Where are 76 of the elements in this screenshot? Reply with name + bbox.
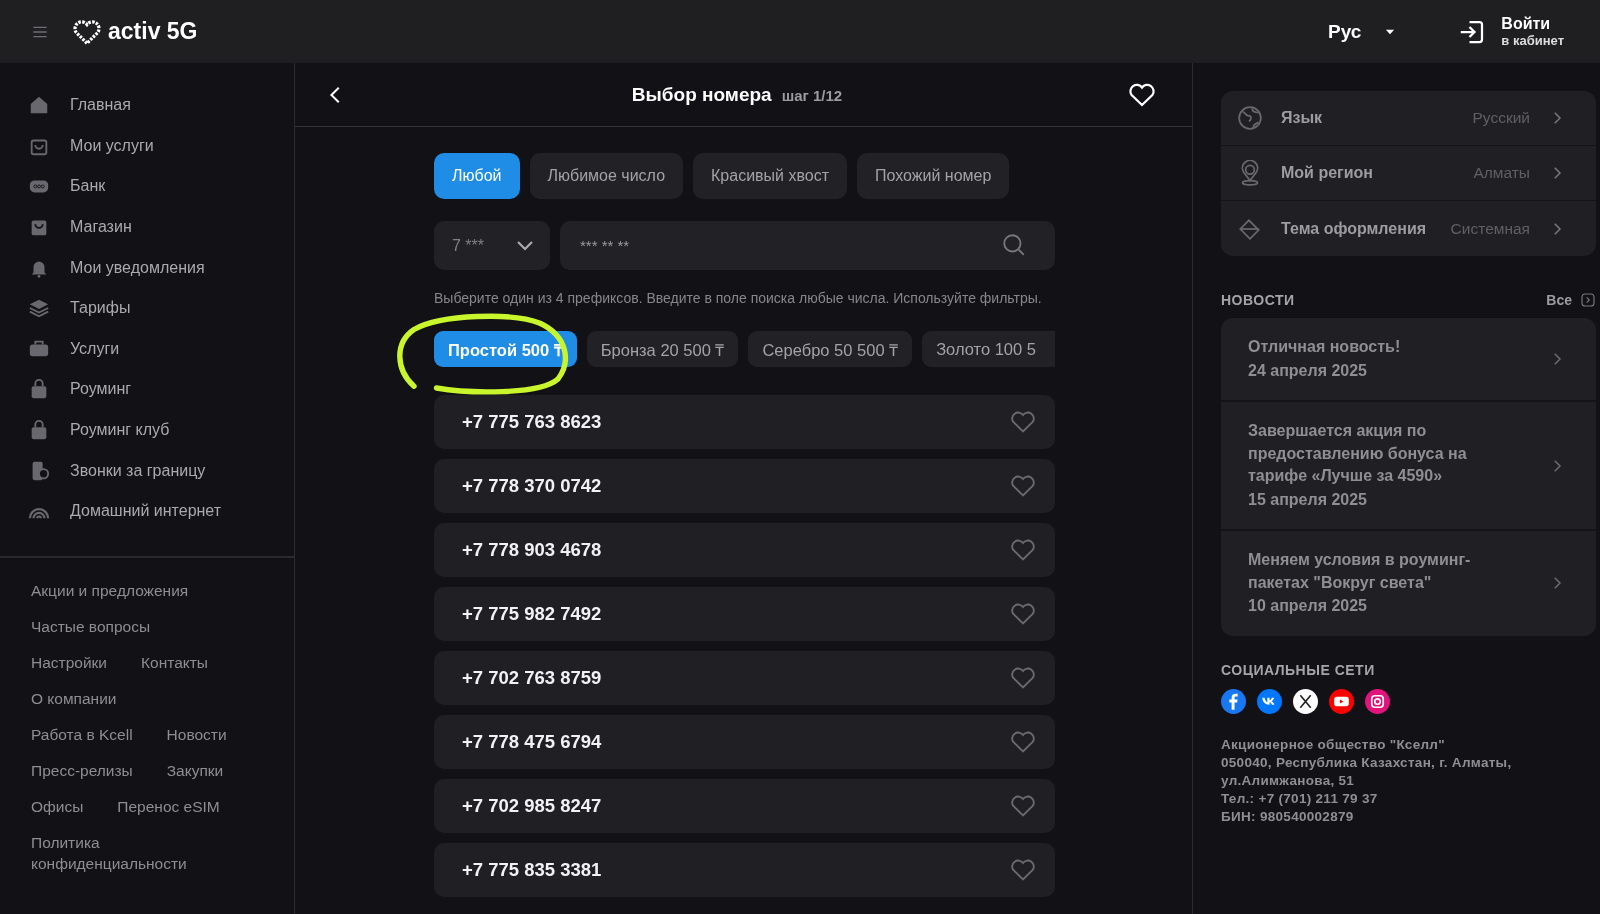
- phone-number-row[interactable]: +7 778 903 4678: [434, 523, 1055, 577]
- settings-row[interactable]: Язык Русский: [1221, 91, 1596, 146]
- globe-icon: [1237, 105, 1263, 131]
- footer-link[interactable]: Перенос eSIM: [117, 795, 220, 817]
- footer-link[interactable]: Контакты: [141, 651, 208, 673]
- phone-number-row[interactable]: +7 702 763 8759: [434, 651, 1055, 705]
- footer-link[interactable]: Офисы: [31, 795, 84, 817]
- sidebar-item[interactable]: Звонки за границу: [28, 450, 294, 491]
- company-info-line: ул.Алимжанова, 51: [1221, 771, 1356, 790]
- prefix-dropdown[interactable]: 7 ***: [434, 221, 550, 270]
- phone-number-row[interactable]: +7 775 982 7492: [434, 587, 1055, 641]
- news-item[interactable]: Отличная новость! 24 апреля 2025: [1221, 318, 1596, 402]
- footer-link[interactable]: Частые вопросы: [31, 615, 151, 637]
- footer-link[interactable]: Новости: [166, 723, 227, 745]
- chevron-down-icon: [516, 240, 534, 251]
- footer-link[interactable]: О компании: [31, 687, 117, 709]
- news-title: Отличная новость!: [1248, 337, 1402, 357]
- company-info-line: БИН: 980540002879: [1221, 807, 1355, 826]
- sidebar-item[interactable]: Домашний интернет: [28, 490, 294, 532]
- news-date: 10 апреля 2025: [1248, 596, 1368, 616]
- section-heading: НОВОСТИ: [1221, 292, 1295, 308]
- news-date: 24 апреля 2025: [1248, 360, 1368, 381]
- filter-tab[interactable]: Красивый хвост: [693, 153, 847, 199]
- news-title: Завершается акция по предоставлению бонуса на тарифе «Лучше за 4590»: [1248, 421, 1468, 486]
- filter-tab[interactable]: Похожий номер: [857, 153, 1010, 199]
- news-title: Меняем условия в роуминг-пакетах "Вокруг света": [1248, 550, 1472, 593]
- page-title: Выбор номера: [631, 83, 772, 106]
- sidebar-item[interactable]: Магазин: [28, 206, 294, 248]
- price-filter-chip[interactable]: Золото 100 5: [922, 331, 1055, 367]
- footer-link[interactable]: Пресс-релизы: [31, 759, 133, 781]
- login-button[interactable]: Войти в кабинет: [1457, 15, 1564, 48]
- section-heading: СОЦИАЛЬНЫЕ СЕТИ: [1221, 661, 1376, 678]
- social-network-icon[interactable]: [1257, 688, 1282, 714]
- social-network-icon[interactable]: [1329, 688, 1354, 714]
- filter-tab[interactable]: Любимое число: [529, 153, 684, 199]
- company-info-line: Акционерное общество "Кселл": [1221, 735, 1446, 754]
- hint-text: Выберите один из 4 префиксов. Введите в поле поиска любые числа. Используйте фильтры.: [434, 290, 1043, 307]
- filter-tab[interactable]: Любой: [434, 153, 520, 199]
- search-field[interactable]: *** ** **: [560, 221, 1055, 270]
- footer-link[interactable]: Закупки: [166, 759, 224, 781]
- social-network-icon[interactable]: [1221, 688, 1246, 714]
- footer-link[interactable]: Работа в Kcell: [31, 723, 133, 745]
- search-icon[interactable]: [1001, 232, 1027, 258]
- phone-number-row[interactable]: +7 778 370 0742: [434, 459, 1055, 513]
- sidebar-item[interactable]: Банк: [28, 166, 294, 207]
- footer-link[interactable]: Политика конфиденциальности: [31, 831, 231, 874]
- footer-link[interactable]: Акции и предложения: [31, 579, 189, 601]
- arrow-square-icon: [1580, 292, 1596, 308]
- sidebar-item[interactable]: Услуги: [28, 328, 294, 370]
- phone-number-row[interactable]: +7 702 985 8247: [434, 779, 1055, 833]
- sidebar-item[interactable]: Роуминг клуб: [28, 409, 294, 451]
- news-item[interactable]: Завершается акция по предоставлению бонуса на тарифе «Лучше за 4590» 15 апреля 2025: [1221, 402, 1596, 531]
- price-filter-chip[interactable]: Серебро 50 500 ₸: [748, 331, 913, 367]
- sidebar-item[interactable]: Мои услуги: [28, 125, 294, 167]
- sidebar-item[interactable]: Тарифы: [28, 287, 294, 329]
- sidebar-item[interactable]: Главная: [28, 85, 294, 126]
- layers-icon: [28, 297, 50, 320]
- social-network-icon[interactable]: [1293, 688, 1318, 714]
- news-item[interactable]: Меняем условия в роуминг-пакетах "Вокруг света" 10 апреля 2025: [1221, 531, 1596, 636]
- language-dropdown[interactable]: Рус: [1328, 20, 1398, 43]
- all-news-link[interactable]: Все: [1546, 292, 1596, 308]
- price-filter-chip[interactable]: Бронза 20 500 ₸: [586, 331, 739, 367]
- phone-number-row[interactable]: +7 775 763 8623: [434, 395, 1055, 449]
- sidebar-item[interactable]: Мои уведомления: [28, 247, 294, 288]
- social-network-icon[interactable]: [1365, 688, 1390, 714]
- phone-number-row[interactable]: +7 775 835 3381: [434, 843, 1055, 897]
- settings-row[interactable]: Мой регион Алматы: [1221, 146, 1596, 201]
- footer-link[interactable]: Настройки: [31, 651, 107, 673]
- settings-row[interactable]: Тема оформления Системная: [1221, 201, 1596, 256]
- company-info-line: 050040, Республика Казахстан, г. Алматы,: [1221, 753, 1513, 772]
- step-counter: шаг 1/12: [781, 86, 843, 104]
- company-info-line: Тел.: +7 (701) 211 79 37: [1221, 789, 1379, 808]
- phone-number-row[interactable]: +7 778 475 6794: [434, 715, 1055, 769]
- news-date: 15 апреля 2025: [1248, 489, 1368, 510]
- logo-text: activ 5G: [108, 18, 198, 45]
- sidebar-item[interactable]: Роуминг: [28, 369, 294, 410]
